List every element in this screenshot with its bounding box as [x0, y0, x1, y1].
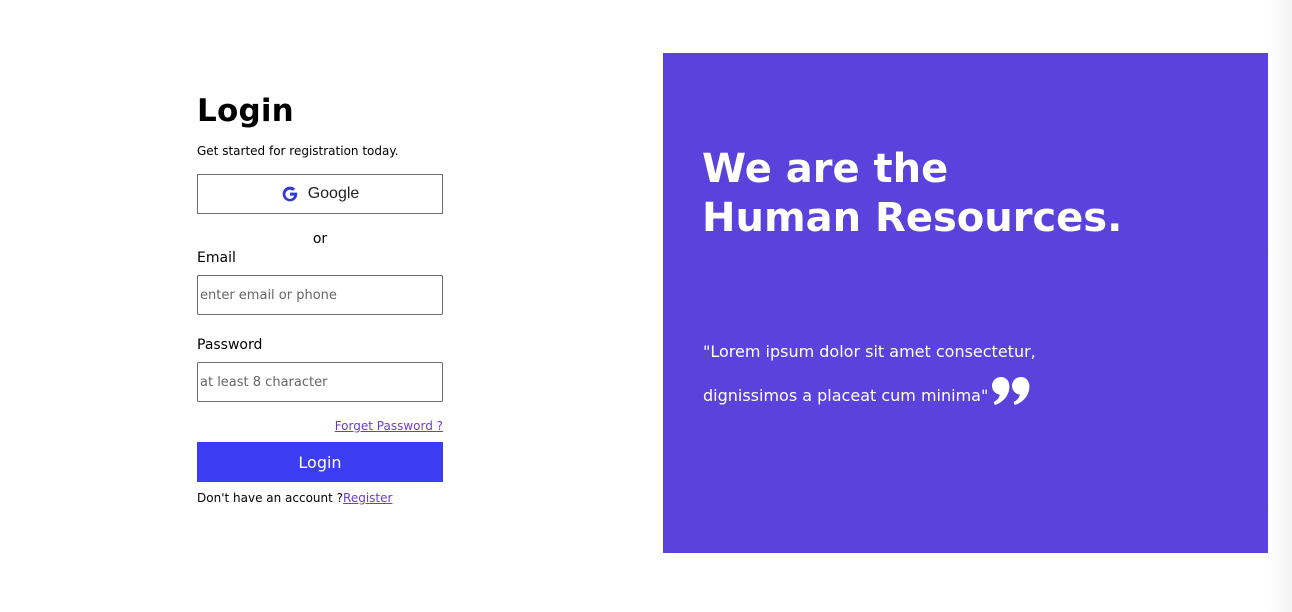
password-input[interactable] [197, 362, 443, 402]
quote-line-2: dignissimos a placeat cum minima" [703, 386, 989, 405]
password-label: Password [197, 337, 263, 353]
login-panel: Login Get started for registration today… [197, 92, 443, 505]
forgot-password-link[interactable]: Forget Password ? [335, 419, 443, 433]
quote-line-1: "Lorem ipsum dolor sit amet consectetur, [703, 342, 1036, 361]
email-label: Email [197, 250, 236, 266]
login-subtitle: Get started for registration today. [197, 144, 399, 158]
hero-title-line-1: We are the [702, 146, 949, 192]
register-link[interactable]: Register [343, 491, 392, 505]
login-button[interactable]: Login [197, 442, 443, 482]
register-row: Don't have an account ?Register [197, 491, 392, 505]
hero-title: We are the Human Resources. [702, 145, 1122, 243]
hero-panel: We are the Human Resources. "Lorem ipsum… [663, 53, 1268, 553]
google-icon [282, 186, 297, 202]
scrollbar-shadow [1268, 0, 1292, 612]
quote-mark-icon [992, 377, 1030, 405]
or-divider: or [312, 231, 328, 247]
hero-quote: "Lorem ipsum dolor sit amet consectetur,… [703, 330, 1123, 418]
no-account-text: Don't have an account ? [197, 491, 344, 505]
page-title: Login [197, 93, 294, 129]
hero-title-line-2: Human Resources. [702, 195, 1123, 241]
quote-line-2-wrap: dignissimos a placeat cum minima" [703, 374, 1123, 418]
google-login-button[interactable]: Google [197, 174, 443, 214]
email-input[interactable] [197, 275, 443, 315]
google-button-label: Google [307, 185, 360, 202]
